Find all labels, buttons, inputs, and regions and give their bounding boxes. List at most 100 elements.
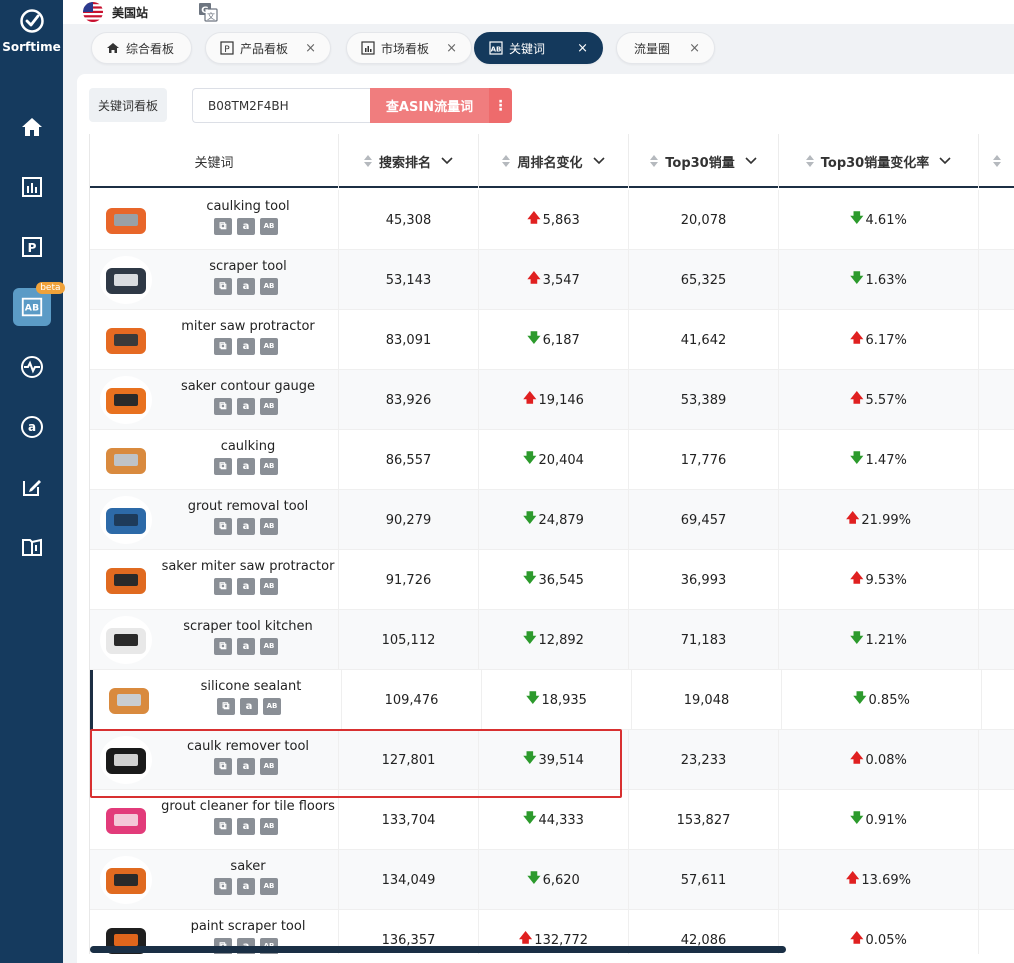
- table-row[interactable]: saker miter saw protractor ⧉ a AB 91,726 🡇 36,…: [90, 550, 1014, 610]
- us-flag-icon[interactable]: [83, 2, 103, 22]
- copy-icon[interactable]: ⧉: [214, 278, 232, 295]
- th-week-rank-change[interactable]: 周排名变化: [479, 134, 629, 188]
- amazon-icon[interactable]: a: [237, 278, 255, 295]
- copy-icon[interactable]: ⧉: [214, 398, 232, 415]
- nav-edit[interactable]: [0, 463, 63, 511]
- keyword-ab-icon[interactable]: AB: [260, 758, 278, 775]
- amazon-icon[interactable]: a: [237, 518, 255, 535]
- amazon-icon[interactable]: a: [237, 818, 255, 835]
- copy-icon[interactable]: ⧉: [214, 458, 232, 475]
- chevron-down-icon[interactable]: [745, 157, 757, 165]
- close-icon[interactable]: ×: [689, 41, 700, 56]
- keyword-text[interactable]: caulk remover tool: [152, 739, 344, 754]
- table-row[interactable]: scraper tool kitchen ⧉ a AB 105,112 🡇 12,892 71…: [90, 610, 1014, 670]
- logo[interactable]: Sorftime: [0, 8, 63, 54]
- query-asin-traffic-button[interactable]: 查ASIN流量词: [370, 88, 489, 123]
- copy-icon[interactable]: ⧉: [217, 698, 235, 715]
- nav-keyword[interactable]: AB beta: [0, 282, 65, 331]
- keyword-text[interactable]: caulking: [152, 439, 344, 454]
- asin-input[interactable]: [192, 88, 370, 123]
- th-top30-sales[interactable]: Top30销量: [629, 134, 779, 188]
- th-keyword[interactable]: 关键词: [90, 134, 339, 188]
- keyword-text[interactable]: paint scraper tool: [152, 919, 344, 934]
- amazon-icon[interactable]: a: [237, 338, 255, 355]
- table-row[interactable]: silicone sealant ⧉ a AB 109,476 🡇 18,935 19,048…: [90, 670, 1014, 730]
- table-row[interactable]: caulking ⧉ a AB 86,557 🡇 20,404 17,776 🡇 1.47%: [90, 430, 1014, 490]
- amazon-icon[interactable]: a: [237, 758, 255, 775]
- week-rank-change-cell: 🡇 6,620: [479, 850, 629, 910]
- keyword-text[interactable]: saker contour gauge: [152, 379, 344, 394]
- tab-keyword[interactable]: AB 关键词 ×: [474, 32, 603, 64]
- more-options-icon[interactable]: ⋮: [489, 88, 512, 123]
- site-label[interactable]: 美国站: [112, 4, 148, 21]
- amazon-icon[interactable]: a: [237, 638, 255, 655]
- copy-icon[interactable]: ⧉: [214, 338, 232, 355]
- tab-product-board[interactable]: P 产品看板 ×: [205, 32, 331, 64]
- copy-icon[interactable]: ⧉: [214, 638, 232, 655]
- nav-product[interactable]: P: [0, 223, 63, 271]
- keyword-ab-icon[interactable]: AB: [260, 818, 278, 835]
- keyword-board-label[interactable]: 关键词看板: [89, 88, 167, 122]
- keyword-ab-icon[interactable]: AB: [260, 518, 278, 535]
- table-row[interactable]: saker contour gauge ⧉ a AB 83,926 🡅 19,146 53,3…: [90, 370, 1014, 430]
- amazon-icon[interactable]: a: [237, 458, 255, 475]
- copy-icon[interactable]: ⧉: [214, 218, 232, 235]
- amazon-icon[interactable]: a: [237, 398, 255, 415]
- keyword-ab-icon[interactable]: AB: [260, 458, 278, 475]
- keyword-ab-icon[interactable]: AB: [260, 278, 278, 295]
- copy-icon[interactable]: ⧉: [214, 758, 232, 775]
- copy-icon[interactable]: ⧉: [214, 578, 232, 595]
- keyword-ab-icon[interactable]: AB: [263, 698, 281, 715]
- th-search-rank[interactable]: 搜索排名: [339, 134, 479, 188]
- keyword-text[interactable]: grout cleaner for tile floors: [152, 799, 344, 814]
- table-row[interactable]: grout removal tool ⧉ a AB 90,279 🡇 24,879 69,45…: [90, 490, 1014, 550]
- th-top30-sales-change-rate[interactable]: Top30销量变化率: [779, 134, 979, 188]
- nav-dashboard[interactable]: [0, 163, 63, 211]
- copy-icon[interactable]: ⧉: [214, 518, 232, 535]
- copy-icon[interactable]: ⧉: [214, 878, 232, 895]
- brand-name: Sorftime: [2, 40, 61, 54]
- translate-icon[interactable]: G 文: [198, 2, 218, 22]
- horizontal-scrollbar[interactable]: [90, 946, 786, 953]
- tab-overview[interactable]: 综合看板: [91, 32, 192, 64]
- keyword-ab-icon[interactable]: AB: [260, 878, 278, 895]
- keyword-text[interactable]: silicone sealant: [155, 679, 347, 694]
- keyword-text[interactable]: saker: [152, 859, 344, 874]
- keyword-ab-icon[interactable]: AB: [260, 338, 278, 355]
- nav-amazon[interactable]: a: [0, 403, 63, 451]
- tab-traffic-circle[interactable]: 流量圈 ×: [616, 32, 715, 64]
- table-row[interactable]: caulking tool ⧉ a AB 45,308 🡅 5,863 20,078 🡇 4.61…: [90, 190, 1014, 250]
- table-row[interactable]: scraper tool ⧉ a AB 53,143 🡅 3,547 65,325 🡇 1.63%: [90, 250, 1014, 310]
- keyword-text[interactable]: scraper tool kitchen: [152, 619, 344, 634]
- keyword-ab-icon[interactable]: AB: [260, 398, 278, 415]
- table-row[interactable]: miter saw protractor ⧉ a AB 83,091 🡇 6,187 41,6…: [90, 310, 1014, 370]
- keyword-ab-icon[interactable]: AB: [260, 218, 278, 235]
- keyword-text[interactable]: scraper tool: [152, 259, 344, 274]
- nav-traffic[interactable]: [0, 343, 63, 391]
- chevron-down-icon[interactable]: [441, 157, 453, 165]
- keyword-text[interactable]: grout removal tool: [152, 499, 344, 514]
- close-icon[interactable]: ×: [577, 41, 588, 56]
- keyword-ab-icon[interactable]: AB: [260, 578, 278, 595]
- top30-rate-cell: 🡅 13.69%: [779, 850, 979, 910]
- chevron-down-icon[interactable]: [592, 157, 605, 165]
- amazon-icon[interactable]: a: [237, 218, 255, 235]
- nav-book[interactable]: [0, 523, 63, 571]
- keyword-text[interactable]: saker miter saw protractor: [152, 559, 344, 574]
- keyword-text[interactable]: caulking tool: [152, 199, 344, 214]
- copy-icon[interactable]: ⧉: [214, 818, 232, 835]
- amazon-icon[interactable]: a: [237, 878, 255, 895]
- nav-home[interactable]: [0, 103, 63, 151]
- keyword-ab-icon[interactable]: AB: [260, 638, 278, 655]
- chevron-down-icon[interactable]: [939, 157, 951, 165]
- close-icon[interactable]: ×: [446, 41, 457, 56]
- close-icon[interactable]: ×: [305, 41, 316, 56]
- amazon-icon[interactable]: a: [240, 698, 258, 715]
- table-row[interactable]: grout cleaner for tile floors ⧉ a AB 133,704…: [90, 790, 1014, 850]
- table-row[interactable]: saker ⧉ a AB 134,049 🡇 6,620 57,611 🡅 13.69%: [90, 850, 1014, 910]
- table-row[interactable]: caulk remover tool ⧉ a AB 127,801 🡇 39,514 23,2…: [90, 730, 1014, 790]
- amazon-icon[interactable]: a: [237, 578, 255, 595]
- keyword-text[interactable]: miter saw protractor: [152, 319, 344, 334]
- tab-market-board[interactable]: 市场看板 ×: [346, 32, 472, 64]
- top30-sales-cell: 19,048: [632, 670, 782, 730]
